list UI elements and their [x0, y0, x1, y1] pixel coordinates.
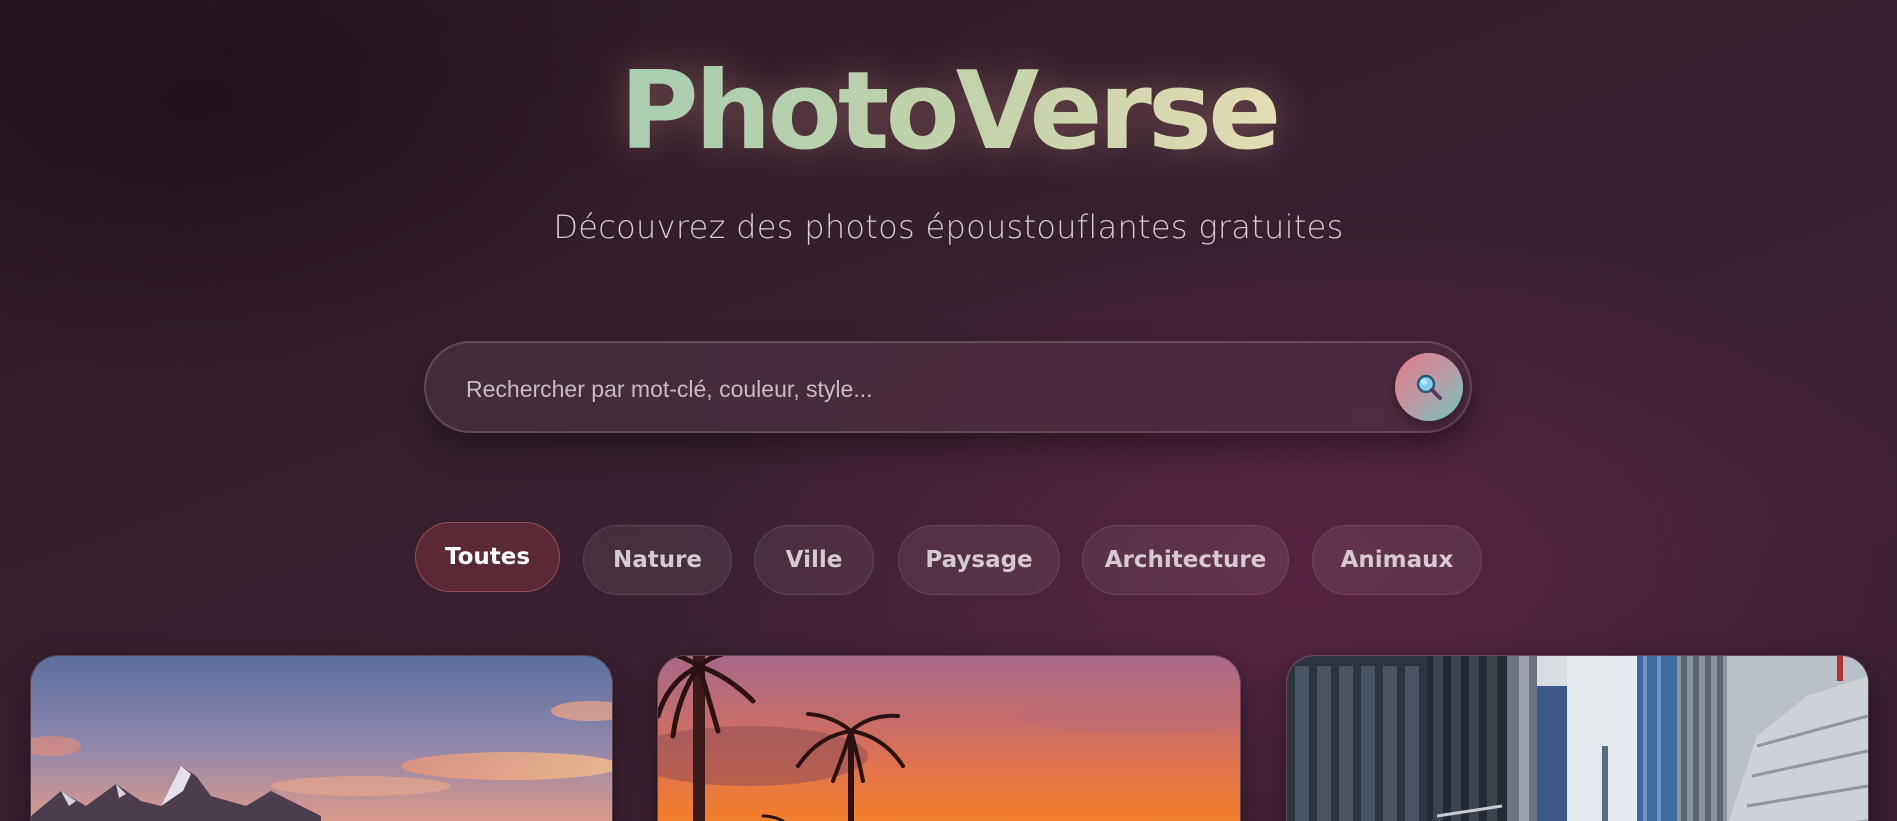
photo-city-skyscrapers: [1287, 656, 1868, 821]
search-button[interactable]: [1395, 353, 1463, 421]
search-bar: [424, 341, 1472, 433]
site-logo[interactable]: PhotoVerse: [0, 52, 1897, 172]
filter-chip-paysage[interactable]: Paysage: [898, 525, 1060, 595]
logo-text: PhotoVerse: [619, 49, 1282, 174]
photo-card-palms[interactable]: [657, 655, 1241, 821]
photo-palm-trees-sunset: [658, 656, 1240, 821]
photo-card-city[interactable]: [1286, 655, 1869, 821]
photo-card-mountain[interactable]: [30, 655, 613, 821]
filter-chip-architecture[interactable]: Architecture: [1082, 525, 1289, 595]
photo-mountain-sunset: [31, 656, 612, 821]
filter-chip-toutes[interactable]: Toutes: [415, 522, 560, 592]
search-input[interactable]: [464, 365, 1348, 413]
filter-chip-animaux[interactable]: Animaux: [1312, 525, 1482, 595]
search-icon: [1416, 374, 1442, 400]
tagline: Découvrez des photos époustouflantes gra…: [553, 208, 1344, 246]
filter-chip-ville[interactable]: Ville: [754, 525, 874, 595]
filter-chip-nature[interactable]: Nature: [583, 525, 732, 595]
